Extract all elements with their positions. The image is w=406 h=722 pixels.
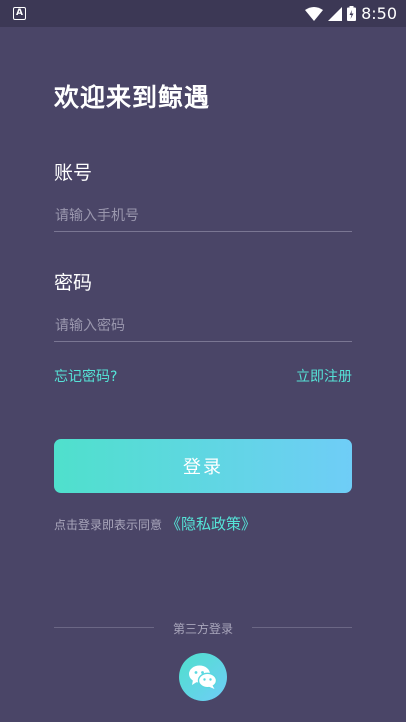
status-time: 8:50	[361, 4, 397, 23]
register-link[interactable]: 立即注册	[296, 366, 352, 386]
third-party-login-label: 第三方登录	[172, 622, 233, 636]
account-label: 账号	[54, 162, 93, 184]
battery-icon	[347, 6, 357, 21]
password-label: 密码	[54, 272, 93, 294]
notification-icon: A	[13, 7, 26, 20]
forgot-password-link[interactable]: 忘记密码?	[54, 366, 117, 386]
agreement-text: 点击登录即表示同意	[54, 518, 163, 532]
wechat-login-button[interactable]	[179, 653, 227, 701]
password-input[interactable]	[54, 310, 352, 342]
page-title: 欢迎来到鲸遇	[54, 83, 211, 112]
wifi-icon	[305, 6, 324, 21]
divider-right	[252, 627, 352, 628]
signal-icon	[328, 6, 343, 21]
privacy-policy-link[interactable]: 《隐私政策》	[166, 515, 256, 533]
status-icons: 8:50	[305, 3, 397, 24]
phone-input[interactable]	[54, 200, 352, 232]
wechat-icon	[189, 665, 218, 689]
login-button[interactable]: 登录	[54, 439, 352, 493]
status-bar: A 8:50	[0, 0, 406, 27]
agreement-note: 点击登录即表示同意 《隐私政策》	[54, 513, 256, 534]
